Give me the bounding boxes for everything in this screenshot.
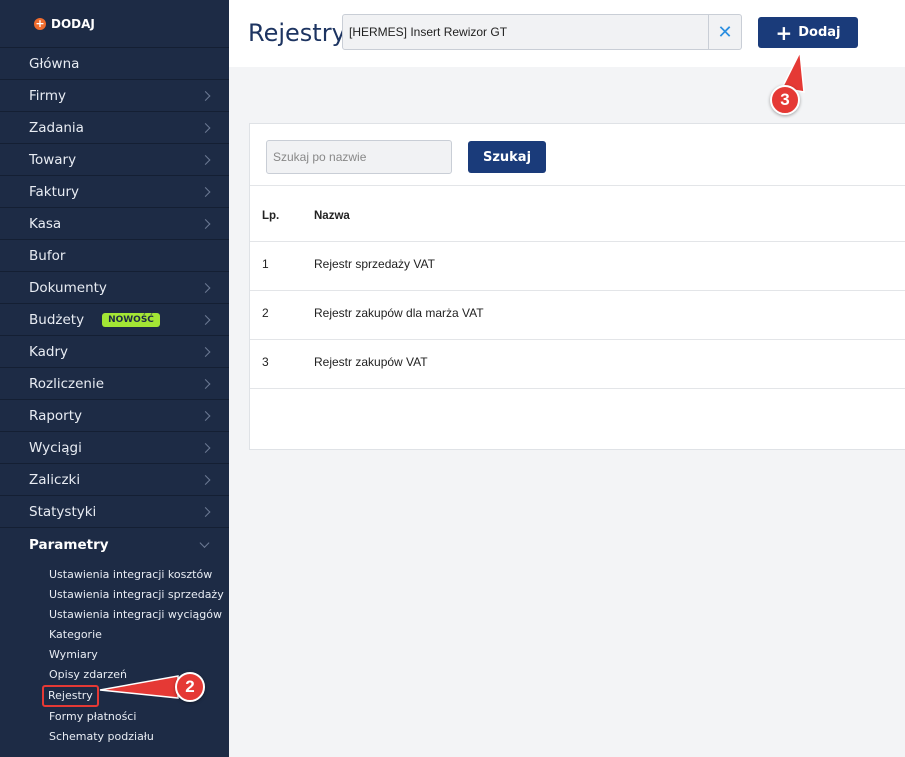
callout-2-badge: 2	[175, 672, 205, 702]
annotation-arrows	[99, 49, 805, 699]
callout-2-pointer	[99, 675, 179, 699]
callout-3-badge: 3	[770, 85, 800, 115]
